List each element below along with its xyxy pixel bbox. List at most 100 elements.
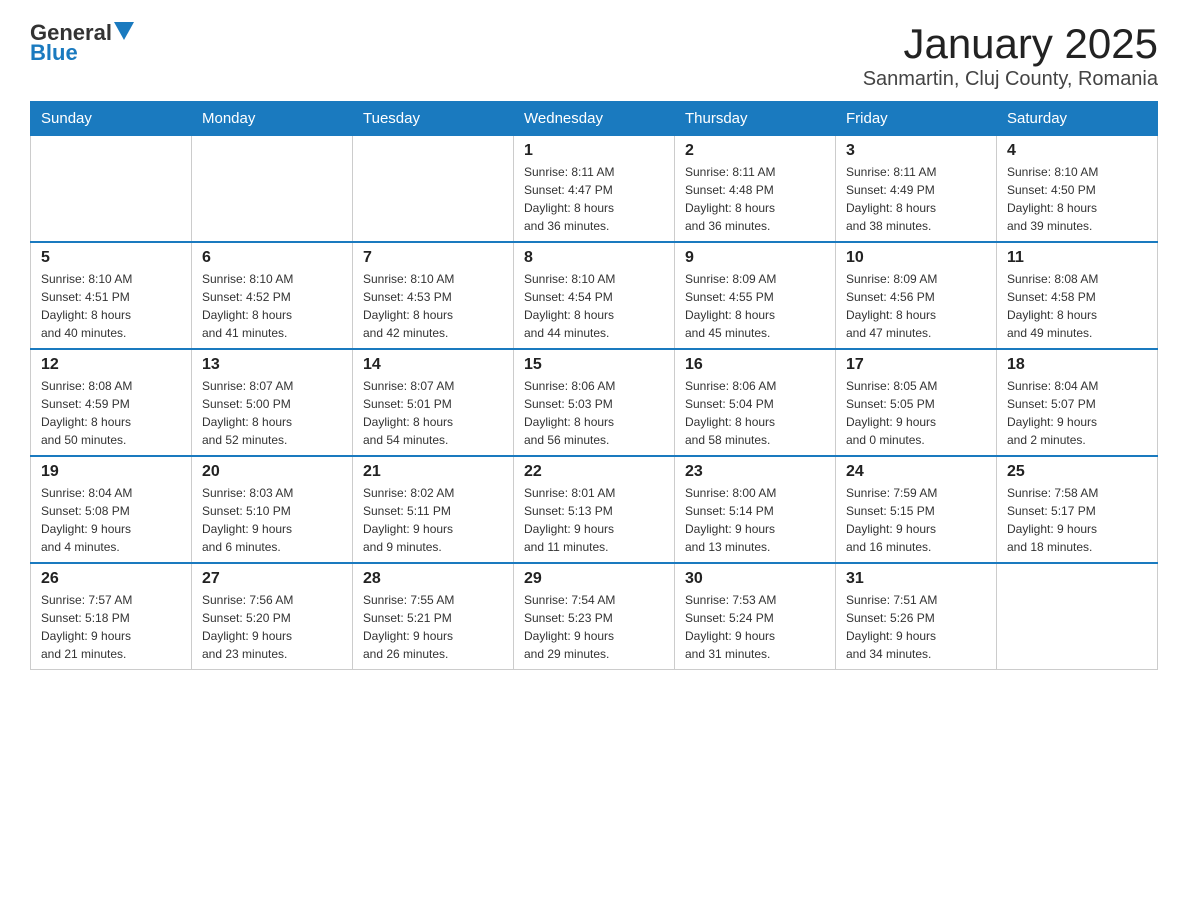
- day-number: 1: [524, 142, 664, 160]
- calendar-cell: 27 Sunrise: 7:56 AMSunset: 5:20 PMDayligh…: [192, 563, 353, 670]
- day-number: 14: [363, 356, 503, 374]
- calendar-cell: 12 Sunrise: 8:08 AMSunset: 4:59 PMDayligh…: [31, 349, 192, 456]
- logo-blue-text: Blue: [30, 40, 78, 66]
- day-info: Sunrise: 8:11 AMSunset: 4:49 PMDaylight:…: [846, 163, 986, 235]
- calendar-cell: 30 Sunrise: 7:53 AMSunset: 5:24 PMDayligh…: [675, 563, 836, 670]
- day-info: Sunrise: 8:10 AMSunset: 4:54 PMDaylight:…: [524, 270, 664, 342]
- day-info: Sunrise: 8:06 AMSunset: 5:03 PMDaylight:…: [524, 377, 664, 449]
- day-of-week-header: Monday: [192, 102, 353, 136]
- calendar-cell: [31, 136, 192, 243]
- calendar-cell: 3 Sunrise: 8:11 AMSunset: 4:49 PMDaylight…: [836, 136, 997, 243]
- calendar-cell: 4 Sunrise: 8:10 AMSunset: 4:50 PMDaylight…: [997, 136, 1158, 243]
- day-number: 6: [202, 249, 342, 267]
- calendar-cell: 25 Sunrise: 7:58 AMSunset: 5:17 PMDayligh…: [997, 456, 1158, 563]
- day-number: 27: [202, 570, 342, 588]
- day-number: 25: [1007, 463, 1147, 481]
- page-title: January 2025: [863, 20, 1158, 68]
- calendar-cell: 19Sunrise: 8:04 AMSunset: 5:08 PMDayligh…: [31, 456, 192, 563]
- day-info: Sunrise: 7:55 AMSunset: 5:21 PMDaylight:…: [363, 591, 503, 663]
- calendar-cell: 28 Sunrise: 7:55 AMSunset: 5:21 PMDayligh…: [353, 563, 514, 670]
- calendar-cell: 2Sunrise: 8:11 AMSunset: 4:48 PMDaylight…: [675, 136, 836, 243]
- calendar-cell: 5 Sunrise: 8:10 AMSunset: 4:51 PMDaylight…: [31, 242, 192, 349]
- calendar-cell: 20Sunrise: 8:03 AMSunset: 5:10 PMDayligh…: [192, 456, 353, 563]
- day-info: Sunrise: 8:04 AMSunset: 5:07 PMDaylight:…: [1007, 377, 1147, 449]
- calendar-cell: 9Sunrise: 8:09 AMSunset: 4:55 PMDaylight…: [675, 242, 836, 349]
- day-of-week-header: Sunday: [31, 102, 192, 136]
- day-number: 19: [41, 463, 181, 481]
- calendar-cell: 18Sunrise: 8:04 AMSunset: 5:07 PMDayligh…: [997, 349, 1158, 456]
- calendar-cell: [353, 136, 514, 243]
- day-number: 29: [524, 570, 664, 588]
- day-info: Sunrise: 8:07 AMSunset: 5:01 PMDaylight:…: [363, 377, 503, 449]
- logo: General Blue: [30, 20, 134, 66]
- day-info: Sunrise: 7:56 AMSunset: 5:20 PMDaylight:…: [202, 591, 342, 663]
- day-number: 17: [846, 356, 986, 374]
- page-subtitle: Sanmartin, Cluj County, Romania: [863, 68, 1158, 91]
- calendar-cell: 26 Sunrise: 7:57 AMSunset: 5:18 PMDayligh…: [31, 563, 192, 670]
- day-info: Sunrise: 8:06 AMSunset: 5:04 PMDaylight:…: [685, 377, 825, 449]
- day-number: 12: [41, 356, 181, 374]
- calendar-cell: 23 Sunrise: 8:00 AMSunset: 5:14 PMDayligh…: [675, 456, 836, 563]
- calendar-cell: 17 Sunrise: 8:05 AMSunset: 5:05 PMDayligh…: [836, 349, 997, 456]
- day-info: Sunrise: 8:05 AMSunset: 5:05 PMDaylight:…: [846, 377, 986, 449]
- day-info: Sunrise: 7:57 AMSunset: 5:18 PMDaylight:…: [41, 591, 181, 663]
- calendar-cell: [997, 563, 1158, 670]
- calendar-week-row: 5 Sunrise: 8:10 AMSunset: 4:51 PMDaylight…: [31, 242, 1158, 349]
- calendar-week-row: 19Sunrise: 8:04 AMSunset: 5:08 PMDayligh…: [31, 456, 1158, 563]
- calendar-week-row: 26 Sunrise: 7:57 AMSunset: 5:18 PMDayligh…: [31, 563, 1158, 670]
- day-number: 23: [685, 463, 825, 481]
- calendar-cell: 22 Sunrise: 8:01 AMSunset: 5:13 PMDayligh…: [514, 456, 675, 563]
- calendar-cell: 31Sunrise: 7:51 AMSunset: 5:26 PMDayligh…: [836, 563, 997, 670]
- day-info: Sunrise: 8:10 AMSunset: 4:51 PMDaylight:…: [41, 270, 181, 342]
- calendar-cell: 21Sunrise: 8:02 AMSunset: 5:11 PMDayligh…: [353, 456, 514, 563]
- calendar-cell: 6 Sunrise: 8:10 AMSunset: 4:52 PMDaylight…: [192, 242, 353, 349]
- day-info: Sunrise: 7:53 AMSunset: 5:24 PMDaylight:…: [685, 591, 825, 663]
- day-info: Sunrise: 8:10 AMSunset: 4:52 PMDaylight:…: [202, 270, 342, 342]
- day-info: Sunrise: 8:10 AMSunset: 4:53 PMDaylight:…: [363, 270, 503, 342]
- day-number: 13: [202, 356, 342, 374]
- calendar-week-row: 12 Sunrise: 8:08 AMSunset: 4:59 PMDayligh…: [31, 349, 1158, 456]
- day-number: 21: [363, 463, 503, 481]
- day-of-week-header: Wednesday: [514, 102, 675, 136]
- day-number: 10: [846, 249, 986, 267]
- day-info: Sunrise: 8:03 AMSunset: 5:10 PMDaylight:…: [202, 484, 342, 556]
- title-block: January 2025 Sanmartin, Cluj County, Rom…: [863, 20, 1158, 91]
- day-number: 4: [1007, 142, 1147, 160]
- day-number: 31: [846, 570, 986, 588]
- calendar-cell: 10 Sunrise: 8:09 AMSunset: 4:56 PMDayligh…: [836, 242, 997, 349]
- day-info: Sunrise: 8:08 AMSunset: 4:59 PMDaylight:…: [41, 377, 181, 449]
- day-info: Sunrise: 8:10 AMSunset: 4:50 PMDaylight:…: [1007, 163, 1147, 235]
- calendar-cell: [192, 136, 353, 243]
- calendar-cell: 7Sunrise: 8:10 AMSunset: 4:53 PMDaylight…: [353, 242, 514, 349]
- day-number: 16: [685, 356, 825, 374]
- day-number: 2: [685, 142, 825, 160]
- day-info: Sunrise: 8:11 AMSunset: 4:47 PMDaylight:…: [524, 163, 664, 235]
- calendar-table: SundayMondayTuesdayWednesdayThursdayFrid…: [30, 101, 1158, 670]
- day-number: 9: [685, 249, 825, 267]
- day-info: Sunrise: 7:58 AMSunset: 5:17 PMDaylight:…: [1007, 484, 1147, 556]
- calendar-cell: 1 Sunrise: 8:11 AMSunset: 4:47 PMDaylight…: [514, 136, 675, 243]
- calendar-cell: 15 Sunrise: 8:06 AMSunset: 5:03 PMDayligh…: [514, 349, 675, 456]
- day-number: 5: [41, 249, 181, 267]
- calendar-header-row: SundayMondayTuesdayWednesdayThursdayFrid…: [31, 102, 1158, 136]
- day-info: Sunrise: 8:07 AMSunset: 5:00 PMDaylight:…: [202, 377, 342, 449]
- day-number: 28: [363, 570, 503, 588]
- day-number: 15: [524, 356, 664, 374]
- day-of-week-header: Saturday: [997, 102, 1158, 136]
- day-info: Sunrise: 8:00 AMSunset: 5:14 PMDaylight:…: [685, 484, 825, 556]
- day-info: Sunrise: 8:08 AMSunset: 4:58 PMDaylight:…: [1007, 270, 1147, 342]
- day-of-week-header: Thursday: [675, 102, 836, 136]
- page-header: General Blue January 2025 Sanmartin, Clu…: [30, 20, 1158, 91]
- day-number: 22: [524, 463, 664, 481]
- day-number: 11: [1007, 249, 1147, 267]
- calendar-cell: 24Sunrise: 7:59 AMSunset: 5:15 PMDayligh…: [836, 456, 997, 563]
- day-number: 3: [846, 142, 986, 160]
- calendar-cell: 13 Sunrise: 8:07 AMSunset: 5:00 PMDayligh…: [192, 349, 353, 456]
- day-of-week-header: Tuesday: [353, 102, 514, 136]
- day-number: 8: [524, 249, 664, 267]
- day-info: Sunrise: 8:09 AMSunset: 4:56 PMDaylight:…: [846, 270, 986, 342]
- day-number: 30: [685, 570, 825, 588]
- day-number: 26: [41, 570, 181, 588]
- day-of-week-header: Friday: [836, 102, 997, 136]
- day-info: Sunrise: 8:01 AMSunset: 5:13 PMDaylight:…: [524, 484, 664, 556]
